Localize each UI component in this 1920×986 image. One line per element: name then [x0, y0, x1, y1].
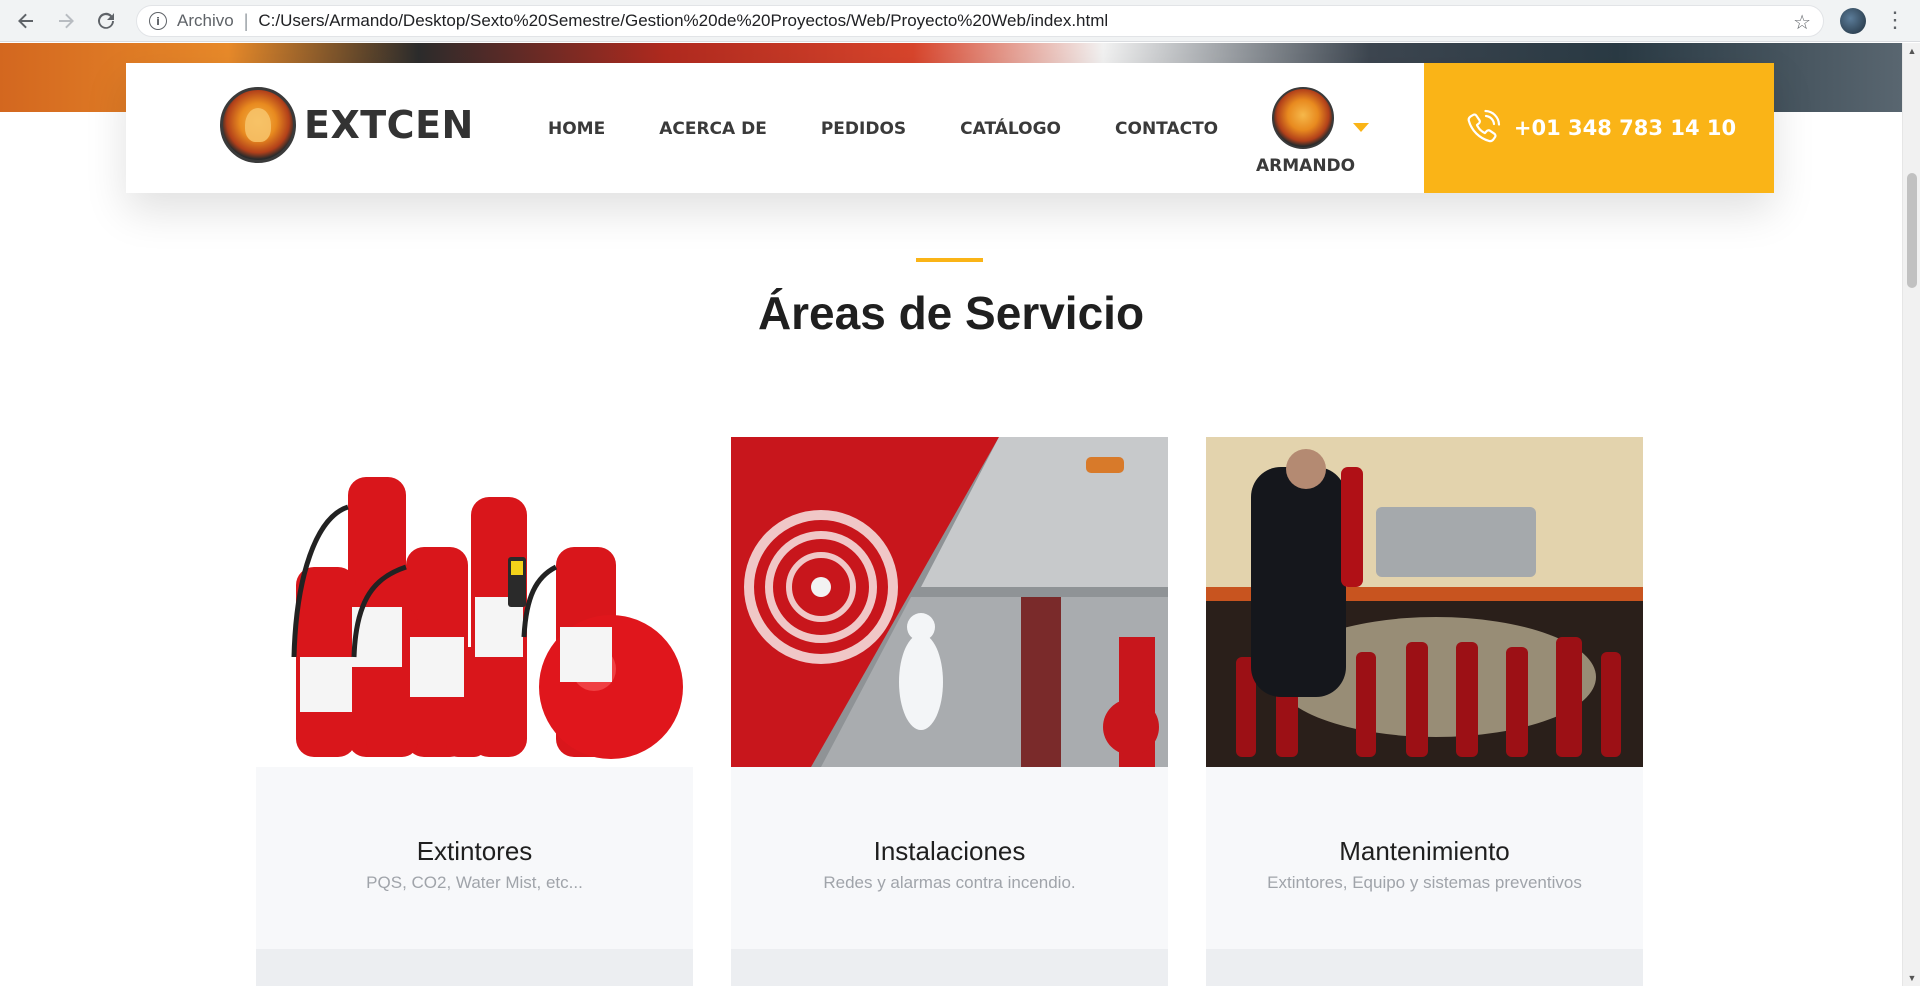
nav-pedidos[interactable]: PEDIDOS: [821, 119, 906, 139]
section-title: Áreas de Servicio: [757, 287, 1145, 339]
card-image-mantenimiento: [1206, 437, 1643, 767]
card-title: Instalaciones: [873, 836, 1026, 866]
chevron-down-icon[interactable]: [1353, 123, 1369, 132]
forward-icon[interactable]: [54, 9, 78, 33]
service-card-extintores[interactable]: Extintores PQS, CO2, Water Mist, etc...: [256, 437, 693, 986]
nav-acerca-de[interactable]: ACERCA DE: [659, 119, 767, 139]
card-image-extintores: [256, 437, 693, 767]
title-accent-rule: [916, 258, 983, 262]
scroll-up-icon[interactable]: ▲: [1903, 43, 1920, 59]
address-separator: |: [243, 10, 249, 31]
page-scrollbar[interactable]: ▲ ▼: [1902, 43, 1920, 986]
user-name: ARMANDO: [1256, 156, 1356, 176]
scroll-down-icon[interactable]: ▼: [1903, 970, 1920, 986]
site-header: EXTCEN HOME ACERCA DE PEDIDOS CATÁLOGO C…: [126, 63, 1774, 193]
brand-name: EXTCEN: [304, 103, 474, 147]
scrollbar-thumb[interactable]: [1907, 173, 1917, 288]
logo-badge-icon: [220, 87, 296, 163]
service-card-instalaciones[interactable]: Instalaciones Redes y alarmas contra inc…: [731, 437, 1168, 986]
phone-number: +01 348 783 14 10: [1513, 116, 1737, 140]
card-subtitle: Redes y alarmas contra incendio.: [823, 873, 1076, 892]
scheme-label: Archivo: [177, 11, 234, 30]
site-logo[interactable]: EXTCEN: [220, 87, 474, 163]
nav-catalogo[interactable]: CATÁLOGO: [960, 119, 1061, 139]
info-icon[interactable]: i: [149, 12, 167, 30]
service-card-mantenimiento[interactable]: Mantenimiento Extintores, Equipo y siste…: [1206, 437, 1643, 986]
profile-icon[interactable]: [1840, 8, 1866, 34]
avatar[interactable]: [1272, 87, 1334, 149]
page-viewport: EXTCEN HOME ACERCA DE PEDIDOS CATÁLOGO C…: [0, 43, 1902, 986]
card-subtitle: Extintores, Equipo y sistemas preventivo…: [1267, 873, 1582, 892]
back-icon[interactable]: [14, 9, 38, 33]
nav-contacto[interactable]: CONTACTO: [1115, 119, 1218, 139]
url-text[interactable]: C:/Users/Armando/Desktop/Sexto%20Semestr…: [258, 11, 1108, 31]
main-nav: HOME ACERCA DE PEDIDOS CATÁLOGO CONTACTO: [548, 119, 1272, 139]
card-footer: [256, 949, 693, 986]
menu-icon[interactable]: ⋮: [1884, 6, 1906, 36]
card-footer: [731, 949, 1168, 986]
phone-icon: [1467, 109, 1501, 143]
browser-toolbar: i Archivo | C:/Users/Armando/Desktop/Sex…: [0, 0, 1920, 42]
reload-icon[interactable]: [94, 9, 118, 33]
phone-cta[interactable]: +01 348 783 14 10: [1424, 63, 1774, 193]
card-footer: [1206, 949, 1643, 986]
nav-home[interactable]: HOME: [548, 119, 605, 139]
card-title: Mantenimiento: [1339, 836, 1510, 866]
card-title: Extintores: [416, 836, 533, 866]
card-image-instalaciones: [731, 437, 1168, 767]
address-bar[interactable]: i Archivo | C:/Users/Armando/Desktop/Sex…: [136, 5, 1824, 37]
card-subtitle: PQS, CO2, Water Mist, etc...: [366, 873, 583, 892]
user-menu[interactable]: ARMANDO: [1256, 87, 1376, 177]
star-icon[interactable]: ☆: [1793, 10, 1811, 35]
